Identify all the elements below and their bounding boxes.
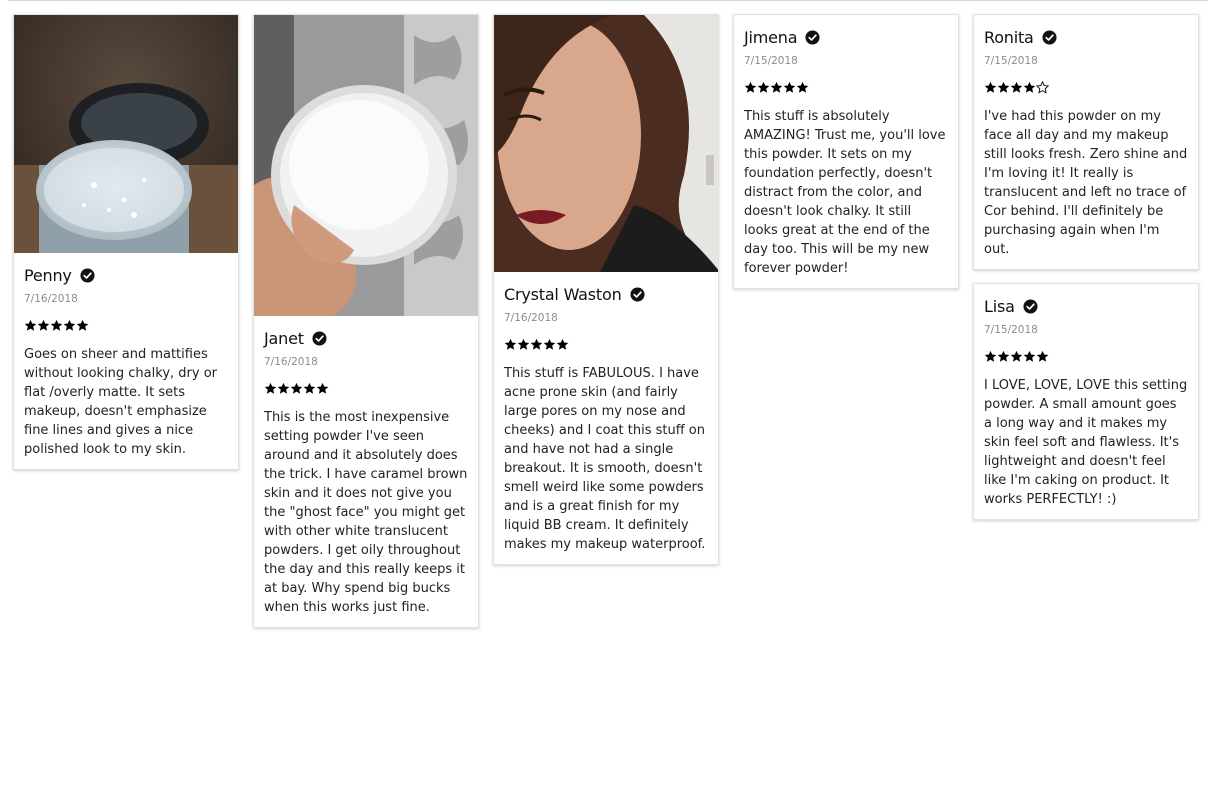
star-rating — [504, 338, 708, 352]
star-filled-icon — [316, 382, 329, 394]
star-filled-icon — [1023, 81, 1036, 93]
review-column-1: Penny 7/16/2018 Goes on sheer and mattif… — [13, 14, 239, 483]
review-column-3: Crystal Waston 7/16/2018 This stuff is F… — [493, 14, 719, 578]
review-photo[interactable] — [494, 15, 718, 272]
star-rating — [744, 81, 948, 95]
review-column-4: Jimena 7/15/2018 This stuff is absolutel… — [733, 14, 959, 302]
verified-check-icon — [1023, 298, 1038, 314]
star-empty-icon — [1036, 81, 1049, 94]
star-filled-icon — [543, 338, 556, 350]
reviewer-name: Jimena — [744, 27, 798, 47]
star-rating — [264, 382, 468, 396]
reviewer-name: Crystal Waston — [504, 284, 622, 304]
star-filled-icon — [783, 81, 796, 93]
review-date: 7/16/2018 — [264, 356, 318, 368]
review-date: 7/15/2018 — [744, 55, 798, 67]
review-text: I've had this powder on my face all day … — [984, 109, 1188, 257]
reviews-grid: Penny 7/16/2018 Goes on sheer and mattif… — [13, 14, 1203, 794]
review-text: This stuff is absolutely AMAZING! Trust … — [744, 109, 946, 276]
verified-check-icon — [80, 267, 95, 283]
star-filled-icon — [63, 319, 76, 331]
top-divider — [8, 0, 1208, 1]
verified-check-icon — [629, 286, 645, 302]
verified-check-icon — [1042, 29, 1057, 45]
star-filled-icon — [517, 338, 530, 350]
star-filled-icon — [303, 382, 316, 394]
star-filled-icon — [277, 382, 290, 394]
review-card[interactable]: Janet 7/16/2018 This is the most inexpen… — [253, 14, 479, 628]
star-filled-icon — [24, 319, 37, 331]
review-card[interactable]: Lisa 7/15/2018 I LOVE, LOVE, LOVE this s… — [973, 283, 1199, 520]
reviewer-name: Lisa — [984, 296, 1015, 316]
review-card[interactable]: Jimena 7/15/2018 This stuff is absolutel… — [733, 14, 959, 289]
star-filled-icon — [530, 338, 543, 350]
star-filled-icon — [37, 319, 50, 331]
star-filled-icon — [1023, 350, 1036, 362]
review-date: 7/15/2018 — [984, 324, 1038, 336]
star-filled-icon — [76, 319, 89, 331]
review-text: This is the most inexpensive setting pow… — [264, 410, 468, 615]
star-filled-icon — [744, 81, 757, 93]
star-filled-icon — [264, 382, 277, 394]
star-filled-icon — [290, 382, 303, 394]
review-text: Goes on sheer and mattifies without look… — [24, 347, 217, 457]
star-filled-icon — [504, 338, 517, 350]
star-filled-icon — [556, 338, 569, 350]
star-filled-icon — [997, 81, 1010, 93]
star-filled-icon — [984, 350, 997, 362]
review-card[interactable]: Penny 7/16/2018 Goes on sheer and mattif… — [13, 14, 239, 470]
review-text: I LOVE, LOVE, LOVE this setting powder. … — [984, 378, 1188, 507]
star-filled-icon — [50, 319, 63, 331]
star-filled-icon — [757, 81, 770, 93]
review-text: This stuff is FABULOUS. I have acne pron… — [504, 366, 706, 552]
review-card[interactable]: Ronita 7/15/2018 I've had this powder on… — [973, 14, 1199, 270]
star-rating — [984, 350, 1188, 364]
review-date: 7/16/2018 — [504, 312, 558, 324]
star-filled-icon — [1010, 350, 1023, 362]
star-filled-icon — [984, 81, 997, 93]
reviewer-name: Janet — [264, 328, 304, 348]
star-filled-icon — [796, 81, 809, 93]
review-column-5: Ronita 7/15/2018 I've had this powder on… — [973, 14, 1199, 533]
star-filled-icon — [997, 350, 1010, 362]
verified-check-icon — [312, 330, 327, 346]
review-column-2: Janet 7/16/2018 This is the most inexpen… — [253, 14, 479, 641]
star-rating — [24, 319, 228, 333]
reviewer-name: Ronita — [984, 27, 1034, 47]
review-photo[interactable] — [14, 15, 238, 253]
star-filled-icon — [1010, 81, 1023, 93]
review-photo[interactable] — [254, 15, 478, 316]
star-rating — [984, 81, 1188, 95]
star-filled-icon — [1036, 350, 1049, 362]
star-filled-icon — [770, 81, 783, 93]
reviewer-name: Penny — [24, 265, 72, 285]
verified-check-icon — [805, 29, 820, 45]
review-card[interactable]: Crystal Waston 7/16/2018 This stuff is F… — [493, 14, 719, 565]
review-date: 7/16/2018 — [24, 293, 78, 305]
review-date: 7/15/2018 — [984, 55, 1038, 67]
